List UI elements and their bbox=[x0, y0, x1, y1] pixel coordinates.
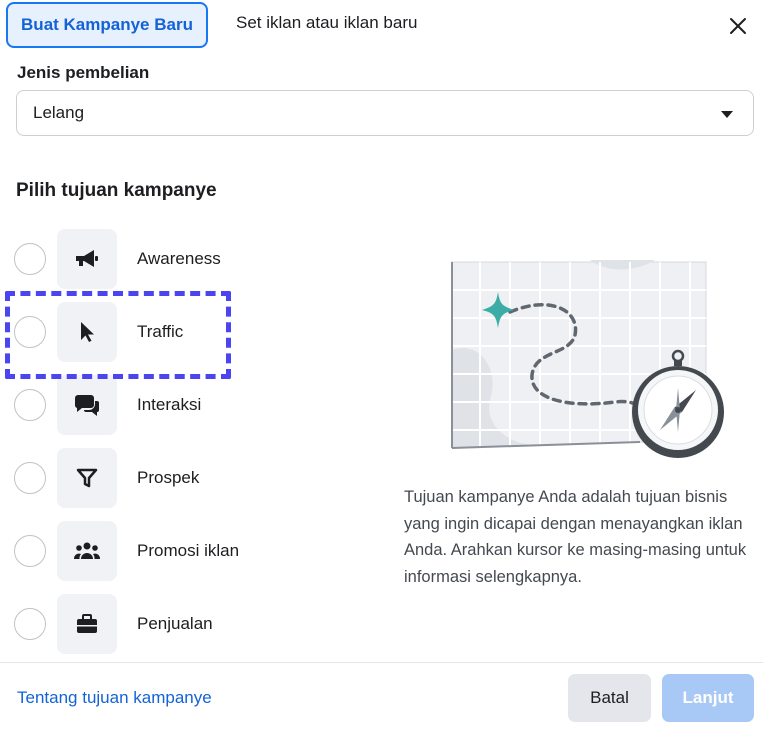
cancel-button[interactable]: Batal bbox=[568, 674, 651, 722]
objective-heading: Pilih tujuan kampanye bbox=[16, 180, 217, 201]
objective-label: Penjualan bbox=[137, 614, 213, 633]
map-compass-illustration bbox=[451, 260, 724, 458]
purchase-type-value: Lelang bbox=[33, 103, 85, 122]
megaphone-icon bbox=[76, 250, 98, 267]
purchase-type-select[interactable]: Lelang bbox=[16, 90, 754, 136]
chat-bubbles-icon bbox=[74, 395, 99, 416]
tab-ad-set-or-ad[interactable]: Set iklan atau iklan baru bbox=[236, 13, 417, 33]
footer-divider bbox=[0, 662, 763, 663]
caret-down-icon bbox=[721, 111, 733, 118]
objective-traffic[interactable]: Traffic bbox=[14, 302, 354, 362]
close-button[interactable] bbox=[724, 12, 752, 40]
funnel-icon bbox=[76, 468, 98, 488]
objective-label: Interaksi bbox=[137, 395, 202, 414]
cursor-icon bbox=[81, 322, 94, 342]
objective-interaksi[interactable]: Interaksi bbox=[14, 375, 354, 435]
radio-promosi-iklan[interactable] bbox=[14, 535, 46, 567]
objective-icon-tile bbox=[57, 302, 117, 362]
objective-label: Traffic bbox=[137, 322, 184, 341]
close-icon bbox=[730, 18, 746, 34]
radio-interaksi[interactable] bbox=[14, 389, 46, 421]
radio-prospek[interactable] bbox=[14, 462, 46, 494]
objective-icon-tile bbox=[57, 229, 117, 289]
tab-create-new-campaign[interactable]: Buat Kampanye Baru bbox=[6, 2, 208, 48]
next-button[interactable]: Lanjut bbox=[662, 674, 754, 722]
objective-prospek[interactable]: Prospek bbox=[14, 448, 354, 508]
objective-penjualan[interactable]: Penjualan bbox=[14, 594, 354, 654]
cancel-button-label: Batal bbox=[590, 688, 629, 707]
objective-icon-tile bbox=[57, 521, 117, 581]
objective-promosi-iklan[interactable]: Promosi iklan bbox=[14, 521, 354, 581]
objective-label: Promosi iklan bbox=[137, 541, 240, 560]
tab-create-new-campaign-label: Buat Kampanye Baru bbox=[21, 15, 193, 34]
objective-icon-tile bbox=[57, 375, 117, 435]
tab-ad-set-or-ad-label: Set iklan atau iklan baru bbox=[236, 13, 418, 32]
about-objectives-link[interactable]: Tentang tujuan kampanye bbox=[17, 688, 212, 708]
objective-label: Prospek bbox=[137, 468, 200, 487]
objective-label: Awareness bbox=[137, 249, 221, 268]
radio-penjualan[interactable] bbox=[14, 608, 46, 640]
briefcase-icon bbox=[77, 614, 97, 633]
next-button-label: Lanjut bbox=[682, 688, 734, 707]
objective-icon-tile bbox=[57, 594, 117, 654]
objective-awareness[interactable]: Awareness bbox=[14, 229, 354, 289]
people-group-icon bbox=[73, 542, 101, 559]
purchase-type-label: Jenis pembelian bbox=[17, 63, 150, 82]
objective-description: Tujuan kampanye Anda adalah tujuan bisni… bbox=[404, 488, 747, 586]
radio-traffic[interactable] bbox=[14, 316, 46, 348]
radio-awareness[interactable] bbox=[14, 243, 46, 275]
objective-icon-tile bbox=[57, 448, 117, 508]
